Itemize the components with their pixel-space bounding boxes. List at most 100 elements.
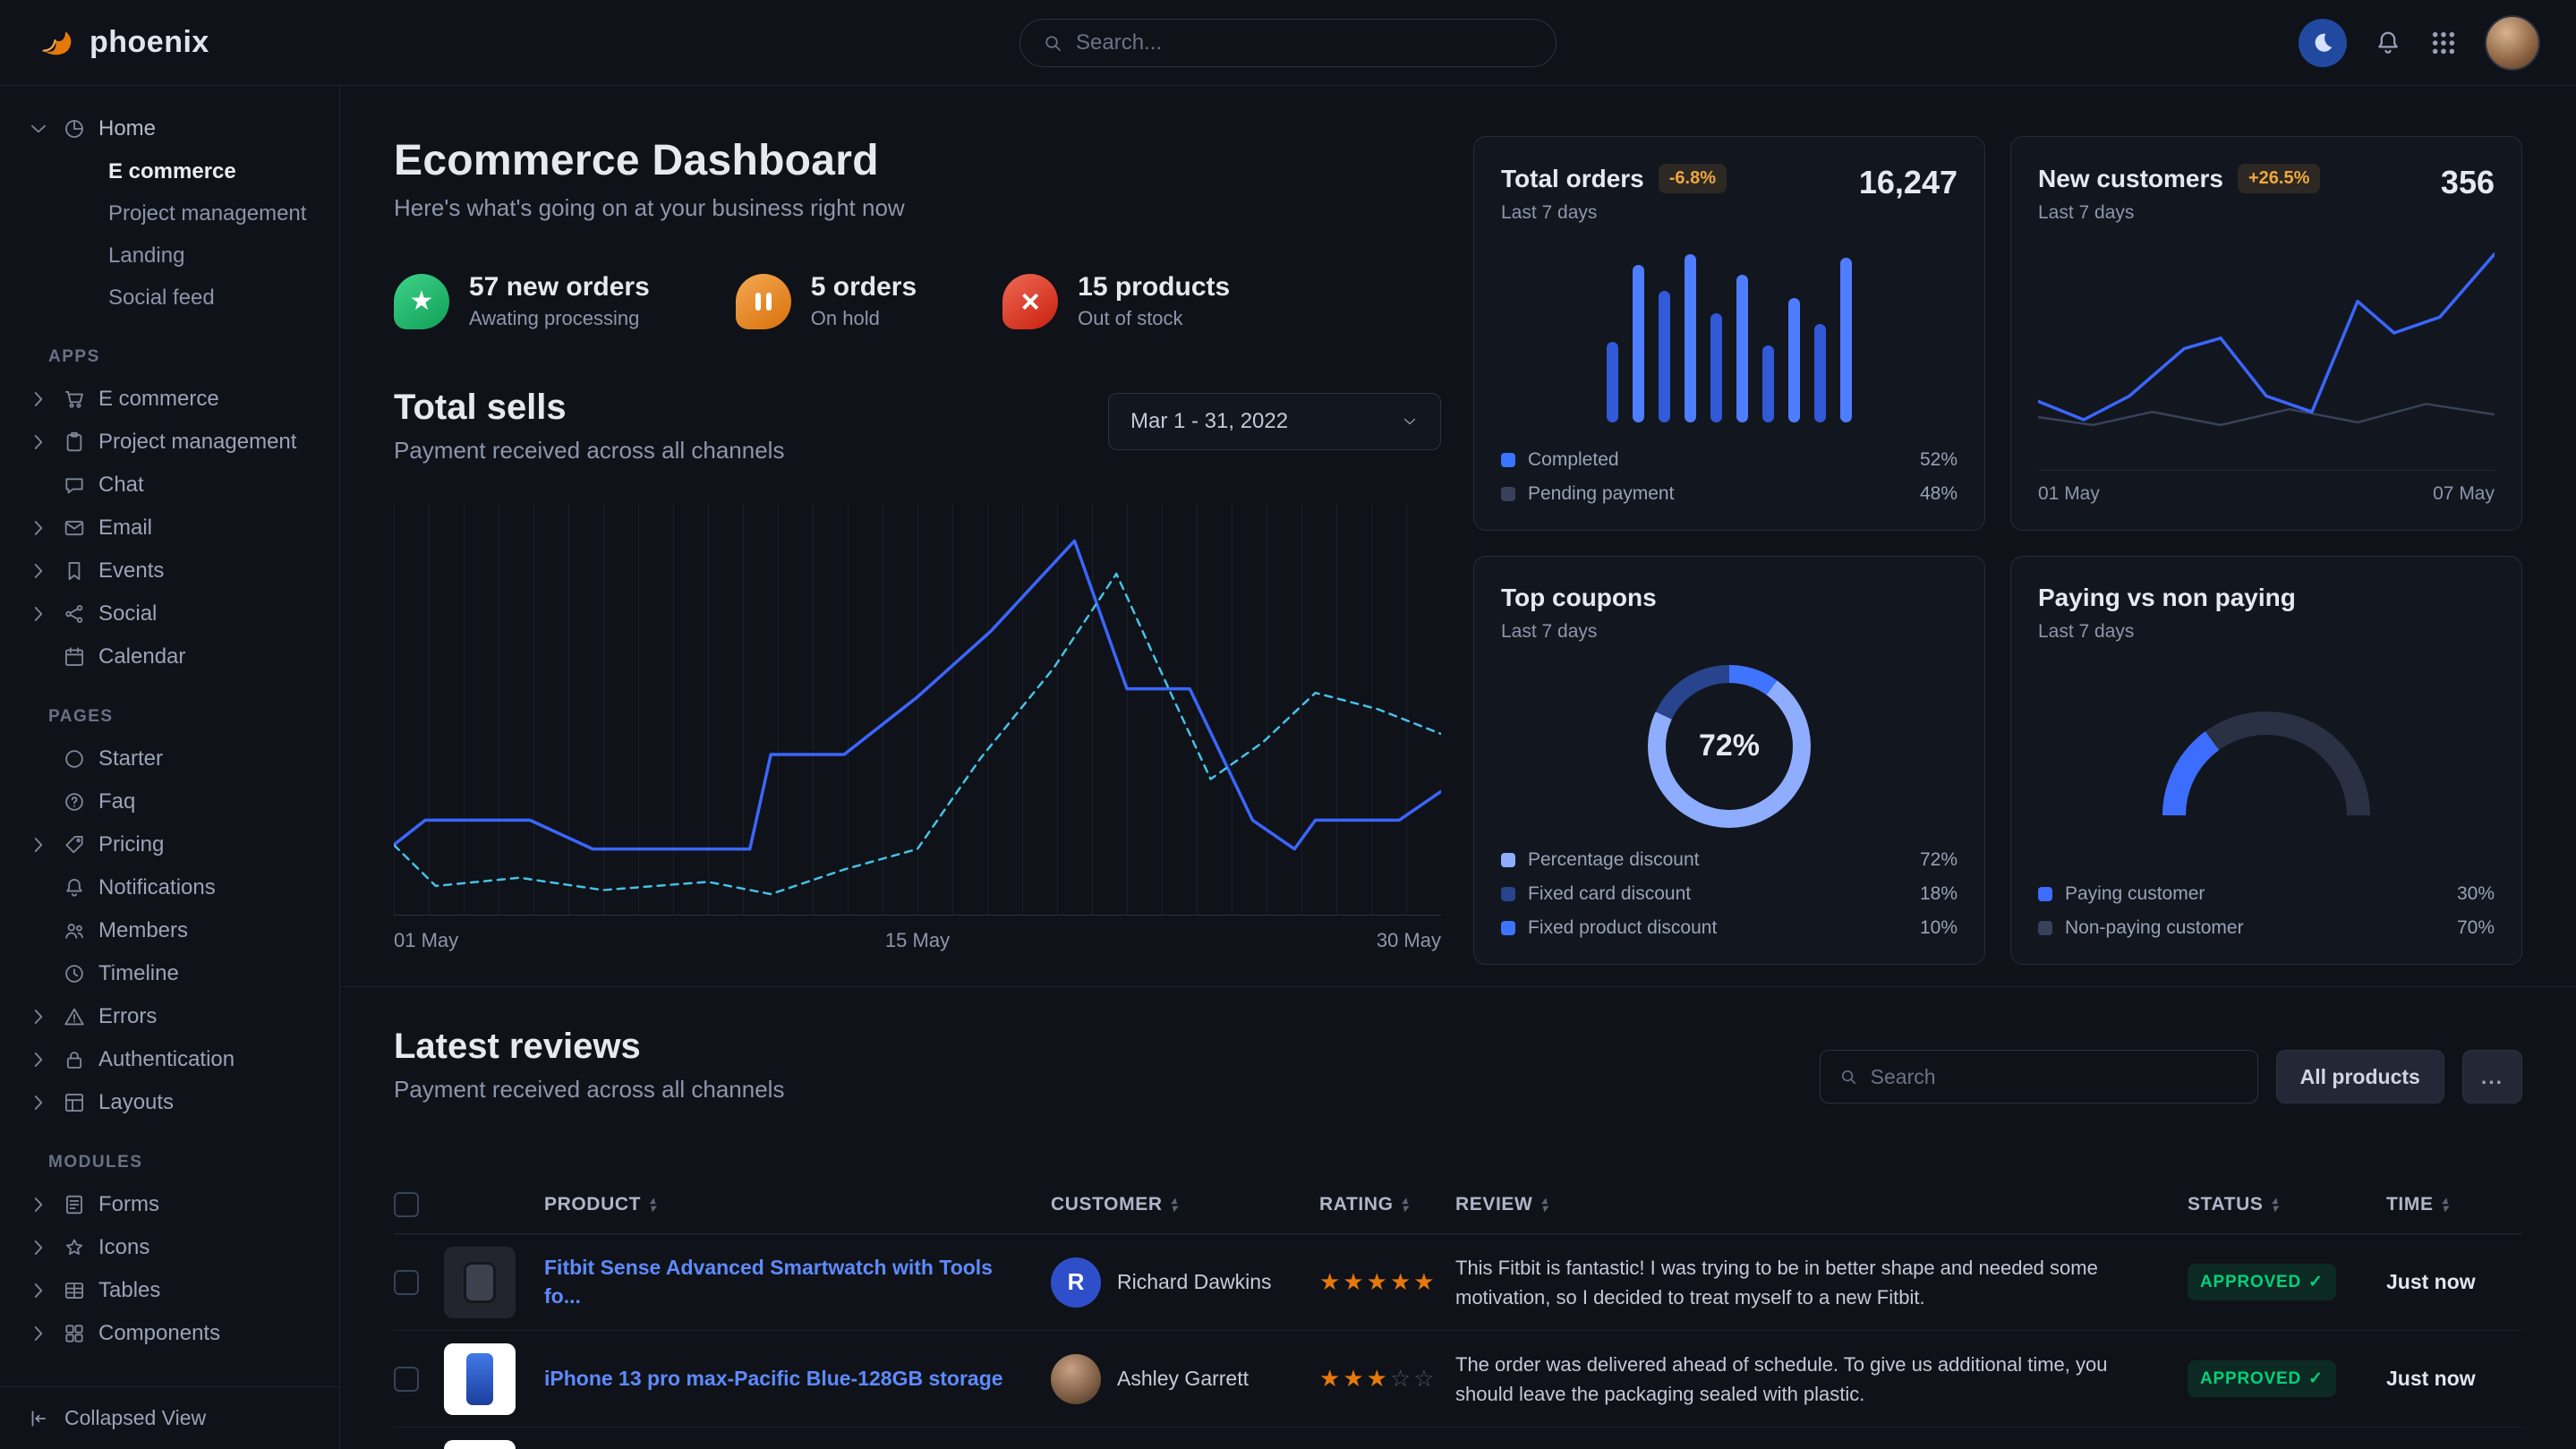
brand-name: phoenix <box>90 25 209 60</box>
legend-label: Fixed card discount <box>1528 883 1691 905</box>
paying-card: Paying vs non paying Last 7 days Paying … <box>2010 556 2522 965</box>
chevron-right-icon <box>27 1005 50 1028</box>
sidebar-item-chat[interactable]: Chat <box>27 464 320 507</box>
sidebar-item-authentication[interactable]: Authentication <box>27 1038 320 1081</box>
column-header-rating[interactable]: RATING▴▾ <box>1319 1194 1455 1215</box>
column-header-product[interactable]: PRODUCT▴▾ <box>544 1194 1051 1215</box>
review-time: Just now <box>2386 1367 2522 1391</box>
new-customers-card: New customers +26.5% Last 7 days 356 01 … <box>2010 136 2522 531</box>
sidebar-item-project-management[interactable]: Project management <box>27 192 320 234</box>
sidebar-item-social[interactable]: Social <box>27 592 320 635</box>
customer-name: Richard Dawkins <box>1117 1270 1272 1294</box>
sidebar-item-starter[interactable]: Starter <box>27 737 320 780</box>
notifications-button[interactable] <box>2374 29 2402 57</box>
reviews-toolbar: All products ... <box>1820 1050 2522 1104</box>
brand-logo[interactable]: phoenix <box>36 22 209 64</box>
row-checkbox[interactable] <box>394 1367 419 1392</box>
product-thumbnail[interactable] <box>444 1440 516 1449</box>
column-header-status[interactable]: STATUS▴▾ <box>2188 1194 2386 1215</box>
sidebar-item-pricing[interactable]: Pricing <box>27 823 320 866</box>
cart-icon <box>63 388 86 411</box>
legend-label: Non-paying customer <box>2065 917 2244 939</box>
customer-name: Ashley Garrett <box>1117 1367 1249 1391</box>
user-avatar[interactable] <box>2485 15 2540 71</box>
sort-icon: ▴▾ <box>1403 1197 1409 1213</box>
sidebar: HomeE commerceProject managementLandingS… <box>0 86 340 1449</box>
chevron-down-icon <box>1401 413 1419 430</box>
table-header: PRODUCT▴▾CUSTOMER▴▾RATING▴▾REVIEW▴▾STATU… <box>394 1175 2522 1234</box>
sidebar-item-calendar[interactable]: Calendar <box>27 635 320 678</box>
collapsed-view-toggle[interactable]: Collapsed View <box>0 1386 339 1449</box>
sidebar-item-social-feed[interactable]: Social feed <box>27 277 320 319</box>
select-all-checkbox[interactable] <box>394 1192 419 1217</box>
column-header-customer[interactable]: CUSTOMER▴▾ <box>1051 1194 1319 1215</box>
sidebar-item-faq[interactable]: Faq <box>27 780 320 823</box>
sidebar-section-apps: APPS <box>27 347 320 367</box>
row-checkbox[interactable] <box>394 1270 419 1295</box>
sidebar-item-home[interactable]: Home <box>27 107 320 150</box>
sidebar-item-events[interactable]: Events <box>27 550 320 592</box>
sidebar-item-tables[interactable]: Tables <box>27 1269 320 1312</box>
sidebar-item-errors[interactable]: Errors <box>27 995 320 1038</box>
chevron-right-icon <box>27 1236 50 1259</box>
sidebar-item-layouts[interactable]: Layouts <box>27 1081 320 1124</box>
legend-label: Paying customer <box>2065 883 2205 905</box>
column-header-time[interactable]: TIME▴▾ <box>2386 1194 2522 1215</box>
clock-icon <box>63 962 86 985</box>
rating-stars: ★★★☆☆ <box>1319 1365 1455 1393</box>
chevron-right-icon <box>27 1193 50 1216</box>
global-search[interactable] <box>1019 19 1557 67</box>
stat-value: 5 orders <box>811 272 917 303</box>
calendar-icon <box>63 645 86 669</box>
column-header-review[interactable]: REVIEW▴▾ <box>1455 1194 2188 1215</box>
review-text: The order was delivered ahead of schedul… <box>1455 1350 2188 1409</box>
product-thumbnail[interactable] <box>444 1343 516 1415</box>
card-title: New customers <box>2038 165 2223 193</box>
trend-badge: +26.5% <box>2238 164 2320 193</box>
bookmark-icon <box>63 559 86 583</box>
bell-icon <box>2374 29 2402 57</box>
total-sells-chart: 01 May15 May30 May <box>394 504 1441 916</box>
reviews-table: PRODUCT▴▾CUSTOMER▴▾RATING▴▾REVIEW▴▾STATU… <box>394 1175 2522 1449</box>
sidebar-item-e-commerce[interactable]: E commerce <box>27 150 320 192</box>
chevron-right-icon <box>27 747 50 771</box>
product-link[interactable]: Fitbit Sense Advanced Smartwatch with To… <box>544 1254 1051 1309</box>
sidebar-item-project-management[interactable]: Project management <box>27 421 320 464</box>
card-value: 356 <box>2441 164 2495 201</box>
reviews-search-input[interactable] <box>1871 1065 2239 1089</box>
product-thumbnail[interactable] <box>444 1247 516 1318</box>
components-icon <box>63 1322 86 1345</box>
sidebar-item-email[interactable]: Email <box>27 507 320 550</box>
reviews-search[interactable] <box>1820 1050 2258 1104</box>
sidebar-item-components[interactable]: Components <box>27 1312 320 1355</box>
sidebar-item-icons[interactable]: Icons <box>27 1226 320 1269</box>
sidebar-item-e-commerce[interactable]: E commerce <box>27 378 320 421</box>
stat-value: 15 products <box>1078 272 1230 303</box>
sidebar-item-forms[interactable]: Forms <box>27 1183 320 1226</box>
chevron-right-icon <box>27 388 50 411</box>
date-range-select[interactable]: Mar 1 - 31, 2022 <box>1108 393 1441 450</box>
sidebar-item-landing[interactable]: Landing <box>27 234 320 277</box>
sidebar-item-notifications[interactable]: Notifications <box>27 866 320 909</box>
sidebar-section-modules: MODULES <box>27 1153 320 1172</box>
chevron-right-icon <box>27 602 50 626</box>
card-value: 16,247 <box>1859 164 1958 201</box>
legend-item: Percentage discount72% <box>1501 849 1958 871</box>
legend-label: Percentage discount <box>1528 849 1699 871</box>
theme-toggle-button[interactable] <box>2299 19 2347 67</box>
review-time: Just now <box>2386 1270 2522 1294</box>
x-axis-labels: 01 May15 May30 May <box>394 929 1441 956</box>
sidebar-item-members[interactable]: Members <box>27 909 320 952</box>
search-input[interactable] <box>1076 30 1534 55</box>
sidebar-item-timeline[interactable]: Timeline <box>27 952 320 995</box>
apps-grid-button[interactable] <box>2429 29 2458 57</box>
status-badge: APPROVED ✓ <box>2188 1360 2336 1397</box>
legend-item: Paying customer30% <box>2038 883 2495 905</box>
more-options-button[interactable]: ... <box>2462 1050 2522 1104</box>
sidebar-nav: HomeE commerceProject managementLandingS… <box>0 86 339 1386</box>
table-icon <box>63 1279 86 1302</box>
product-link[interactable]: iPhone 13 pro max-Pacific Blue-128GB sto… <box>544 1365 1051 1393</box>
all-products-button[interactable]: All products <box>2276 1050 2444 1104</box>
legend-label: Completed <box>1528 449 1619 471</box>
legend-value: 52% <box>1920 449 1958 471</box>
